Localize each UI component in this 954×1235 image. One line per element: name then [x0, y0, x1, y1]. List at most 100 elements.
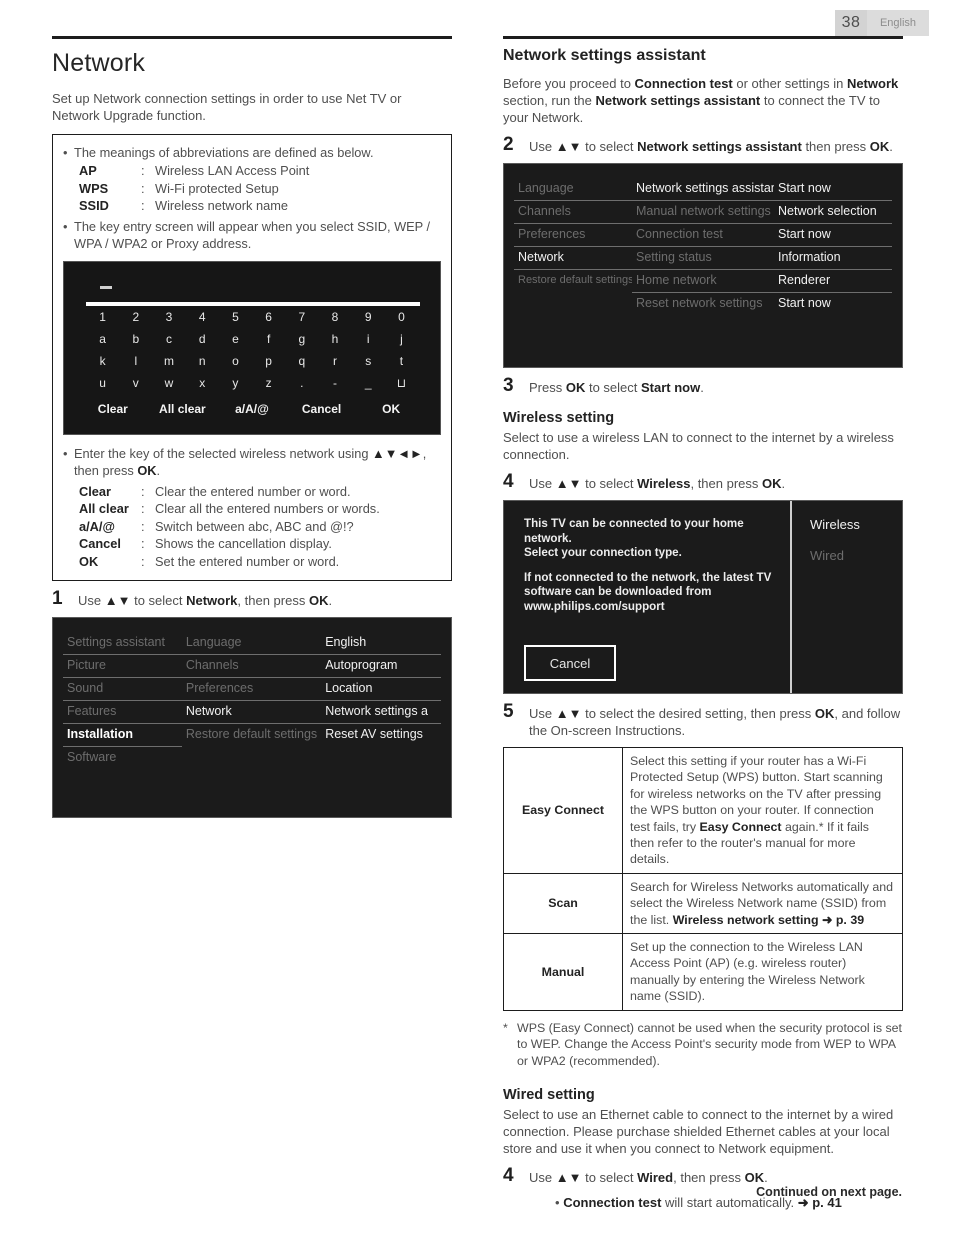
option-wireless[interactable]: Wireless	[810, 517, 902, 532]
key-y[interactable]: y	[219, 376, 252, 390]
key-all-clear[interactable]: All clear	[148, 402, 218, 416]
menu-item-software[interactable]: Software	[63, 747, 182, 769]
key-i[interactable]: i	[352, 332, 385, 346]
key-9[interactable]: 9	[352, 310, 385, 324]
key-k[interactable]: k	[86, 354, 119, 368]
key-z[interactable]: z	[252, 376, 285, 390]
row-desc-scan: Search for Wireless Networks automatical…	[622, 872, 903, 935]
key-m[interactable]: m	[152, 354, 185, 368]
key-s[interactable]: s	[352, 354, 385, 368]
key-f[interactable]: f	[252, 332, 285, 346]
key-hyphen[interactable]: -	[318, 376, 351, 390]
key-q[interactable]: q	[285, 354, 318, 368]
bullet-abbrev-intro: • The meanings of abbreviations are defi…	[63, 145, 374, 160]
menu-value-network-settings-a[interactable]: Network settings a	[321, 701, 441, 724]
menu-item-reset-network-settings[interactable]: Reset network settings	[632, 293, 774, 315]
key-6[interactable]: 6	[252, 310, 285, 324]
manual-page: 38 English Network Set up Network connec…	[0, 0, 954, 1235]
keyboard-row-k-t: k l m n o p q r s t	[64, 354, 440, 368]
cancel-button[interactable]: Cancel	[524, 645, 616, 681]
key-clear[interactable]: Clear	[78, 402, 148, 416]
menu-item-language[interactable]: Language	[181, 632, 322, 655]
menu-item-preferences[interactable]: Preferences	[514, 224, 632, 247]
tv-menu-screen-installation: Settings assistant Picture Sound Feature…	[52, 617, 452, 818]
key-underscore[interactable]: _	[352, 376, 385, 390]
key-h[interactable]: h	[318, 332, 351, 346]
step-number: 1	[52, 588, 63, 609]
menu-item-network-settings-assistant[interactable]: Network settings assistant	[632, 178, 774, 201]
menu-item-channels[interactable]: Channels	[514, 201, 632, 224]
menu-value-start-now-2[interactable]: Start now	[774, 224, 892, 247]
key-legend-row: OK : Set the entered number or word.	[79, 553, 340, 569]
step-4-wired: 4 Use ▲▼ to select Wired, then press OK.	[503, 1164, 903, 1186]
key-p[interactable]: p	[252, 354, 285, 368]
menu-item-language[interactable]: Language	[514, 178, 632, 201]
bullet-enter-key: • Enter the key of the selected wireless…	[63, 445, 427, 478]
menu-value-location[interactable]: Location	[321, 678, 441, 701]
step-text: Use ▲▼ to select Wired, then press OK.	[529, 1169, 768, 1185]
key-period[interactable]: .	[285, 376, 318, 390]
key-0[interactable]: 0	[385, 310, 418, 324]
key-ok[interactable]: OK	[356, 402, 426, 416]
key-r[interactable]: r	[318, 354, 351, 368]
page-title: Network	[52, 49, 146, 77]
option-wired[interactable]: Wired	[810, 548, 902, 563]
menu-column-value: English Autoprogram Location Network set…	[321, 632, 441, 769]
key-8[interactable]: 8	[318, 310, 351, 324]
key-space-icon[interactable]: ⊔	[385, 376, 418, 390]
key-1[interactable]: 1	[86, 310, 119, 324]
key-cancel[interactable]: Cancel	[287, 402, 357, 416]
key-legend-row: a/A/@ : Switch between abc, ABC and @!?	[79, 518, 354, 534]
key-g[interactable]: g	[285, 332, 318, 346]
key-w[interactable]: w	[152, 376, 185, 390]
menu-item-settings-assistant[interactable]: Settings assistant	[63, 632, 182, 655]
key-7[interactable]: 7	[285, 310, 318, 324]
menu-value-network-selection[interactable]: Network selection	[774, 201, 892, 224]
menu-value-renderer[interactable]: Renderer	[774, 270, 892, 293]
key-2[interactable]: 2	[119, 310, 152, 324]
menu-item-preferences[interactable]: Preferences	[181, 678, 322, 701]
keyboard-row-a-j: a b c d e f g h i j	[64, 332, 440, 346]
key-d[interactable]: d	[186, 332, 219, 346]
key-u[interactable]: u	[86, 376, 119, 390]
key-x[interactable]: x	[186, 376, 219, 390]
menu-value-start-now-3[interactable]: Start now	[774, 293, 892, 315]
step-number: 4	[503, 1164, 514, 1186]
key-legend-row: Cancel : Shows the cancellation display.	[79, 536, 332, 551]
menu-value-english[interactable]: English	[321, 632, 441, 655]
key-c[interactable]: c	[152, 332, 185, 346]
updown-arrows-icon: ▲▼	[555, 706, 582, 721]
key-3[interactable]: 3	[152, 310, 185, 324]
key-case-toggle[interactable]: a/A/@	[217, 402, 287, 416]
menu-item-setting-status[interactable]: Setting status	[632, 247, 774, 270]
menu-item-manual-network-settings[interactable]: Manual network settings	[632, 201, 774, 224]
key-4[interactable]: 4	[186, 310, 219, 324]
key-b[interactable]: b	[119, 332, 152, 346]
key-a[interactable]: a	[86, 332, 119, 346]
key-v[interactable]: v	[119, 376, 152, 390]
key-j[interactable]: j	[385, 332, 418, 346]
menu-item-installation[interactable]: Installation	[63, 724, 182, 747]
wireless-setting-intro: Select to use a wireless LAN to connect …	[503, 430, 894, 462]
menu-item-home-network[interactable]: Home network	[632, 270, 774, 293]
menu-item-channels[interactable]: Channels	[181, 655, 322, 678]
menu-item-restore-default-settings[interactable]: Restore default settings	[514, 270, 632, 292]
key-e[interactable]: e	[219, 332, 252, 346]
menu-value-start-now-1[interactable]: Start now	[774, 178, 892, 201]
menu-item-restore-default-settings[interactable]: Restore default settings	[182, 724, 321, 746]
table-row: Easy Connect Select this setting if your…	[503, 747, 903, 874]
key-t[interactable]: t	[385, 354, 418, 368]
menu-item-sound[interactable]: Sound	[63, 678, 182, 701]
menu-item-features[interactable]: Features	[63, 701, 182, 724]
menu-value-reset-av-settings[interactable]: Reset AV settings	[321, 724, 441, 746]
key-n[interactable]: n	[186, 354, 219, 368]
menu-value-autoprogram[interactable]: Autoprogram	[321, 655, 441, 678]
key-l[interactable]: l	[119, 354, 152, 368]
menu-item-network[interactable]: Network	[514, 247, 632, 270]
menu-item-network[interactable]: Network	[181, 701, 322, 724]
menu-value-information[interactable]: Information	[774, 247, 892, 270]
menu-item-picture[interactable]: Picture	[63, 655, 182, 678]
menu-item-connection-test[interactable]: Connection test	[632, 224, 774, 247]
key-o[interactable]: o	[219, 354, 252, 368]
key-5[interactable]: 5	[219, 310, 252, 324]
